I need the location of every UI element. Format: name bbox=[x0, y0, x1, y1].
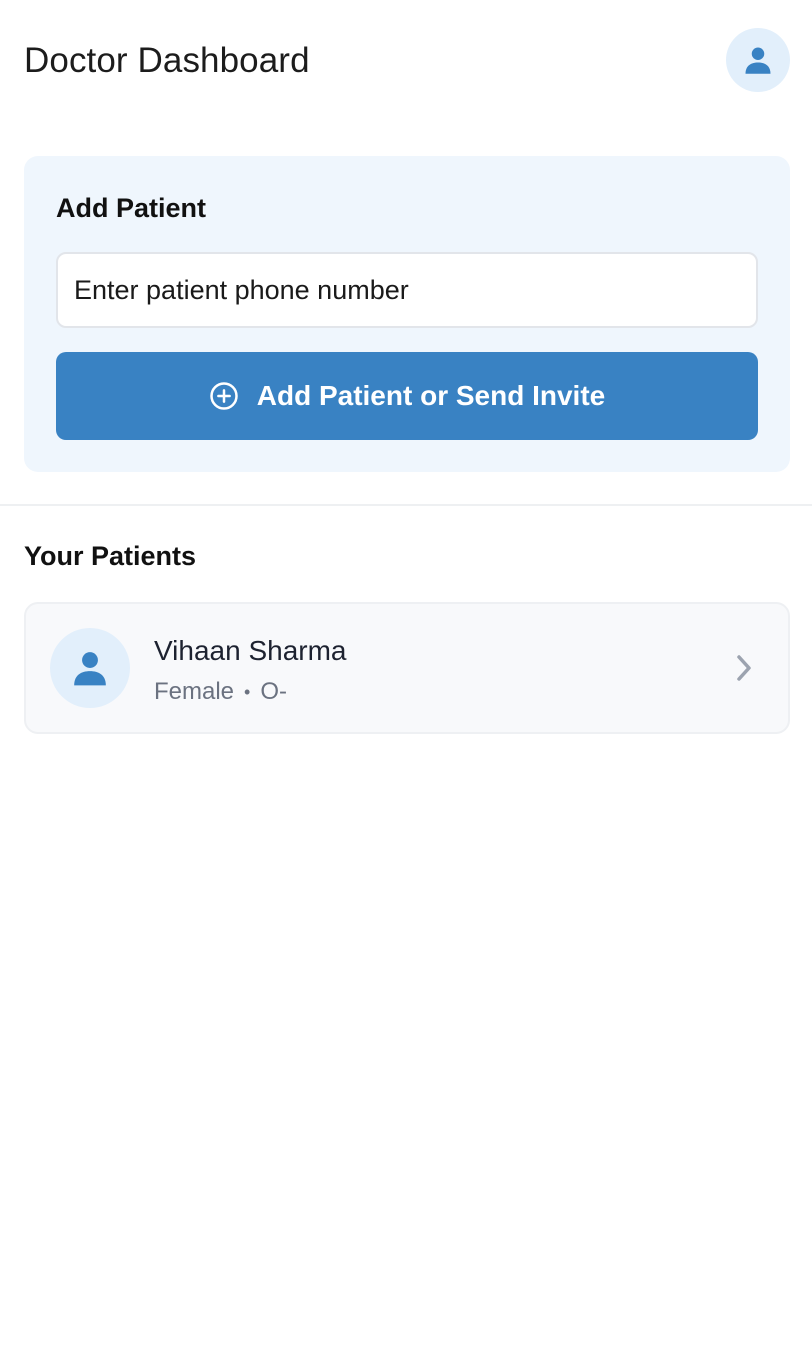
header: Doctor Dashboard bbox=[0, 0, 812, 122]
plus-circle-icon bbox=[210, 382, 238, 410]
patient-avatar bbox=[50, 628, 130, 708]
meta-separator: • bbox=[244, 681, 251, 702]
patient-gender: Female bbox=[154, 678, 235, 705]
your-patients-title: Your Patients bbox=[24, 541, 197, 571]
patient-meta: Female • O- bbox=[154, 678, 287, 706]
add-patient-title: Add Patient bbox=[56, 193, 207, 223]
patient-blood-group: O- bbox=[260, 678, 288, 705]
profile-button[interactable] bbox=[726, 28, 790, 92]
patient-card[interactable]: Vihaan Sharma Female • O- bbox=[24, 602, 790, 734]
page-title: Doctor Dashboard bbox=[24, 41, 310, 80]
phone-input[interactable] bbox=[56, 252, 758, 328]
user-icon bbox=[74, 652, 106, 686]
chevron-right-icon bbox=[732, 652, 756, 684]
add-patient-button[interactable]: Add Patient or Send Invite bbox=[56, 352, 758, 440]
add-patient-card: Add Patient Add Patient or Send Invite bbox=[24, 156, 790, 472]
section-divider bbox=[0, 504, 812, 506]
add-patient-button-label: Add Patient or Send Invite bbox=[256, 380, 606, 411]
user-icon bbox=[745, 47, 771, 74]
patient-name: Vihaan Sharma bbox=[154, 635, 347, 666]
